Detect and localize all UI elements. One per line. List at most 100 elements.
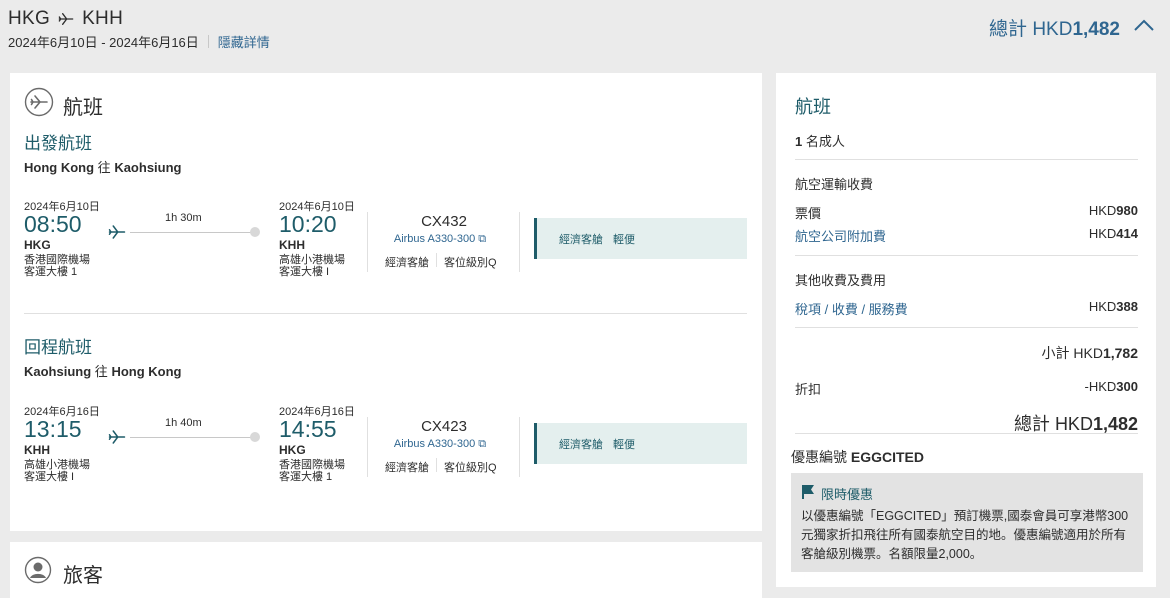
header-total-label: 總計 HKD bbox=[989, 19, 1073, 40]
divider bbox=[367, 417, 368, 477]
summary-title: 航班 bbox=[795, 97, 831, 117]
flag-icon bbox=[802, 485, 814, 499]
total-label: 總計 HKD bbox=[1013, 414, 1093, 434]
taxes-currency: HKD bbox=[1088, 299, 1117, 314]
chevron-up-icon[interactable] bbox=[1132, 15, 1156, 35]
plane-icon bbox=[108, 225, 126, 239]
route-title: HKG KHH bbox=[8, 8, 123, 30]
dep-code: HKG bbox=[24, 238, 51, 252]
subtotal-label: 小計 HKD bbox=[1041, 345, 1103, 361]
inbound-to: Hong Kong bbox=[111, 364, 182, 379]
inbound-route: Kaohsiung 往 Hong Kong bbox=[24, 361, 181, 380]
origin-code: HKG bbox=[8, 8, 51, 29]
outbound-segment: 2024年6月10日 08:50 HKG 香港國際機場 客運大樓 1 1h 30… bbox=[10, 197, 762, 297]
fare-currency: HKD bbox=[1088, 203, 1117, 218]
promo-code: EGGCITED bbox=[850, 449, 925, 465]
outbound-title: 出發航班 bbox=[24, 134, 92, 153]
dep-time: 08:50 bbox=[24, 211, 82, 237]
surcharge-link[interactable]: 航空公司附加費 bbox=[795, 226, 886, 245]
fare-family-badge: 經濟客艙 輕便 bbox=[534, 423, 747, 464]
arr-time: 10:20 bbox=[279, 211, 337, 237]
arr-terminal: 客運大樓 I bbox=[279, 266, 330, 278]
booking-class: 客位級別Q bbox=[444, 257, 497, 269]
dep-airport: 高雄小港機場 bbox=[24, 459, 90, 471]
promo-box: 限時優惠 以優惠編號「EGGCITED」預訂機票,國泰會員可享港幣300元獨家折… bbox=[791, 473, 1143, 572]
fare-family-badge: 經濟客艙 輕便 bbox=[534, 218, 747, 259]
discount-label: 折扣 bbox=[795, 382, 822, 397]
hide-details-link[interactable]: 隱藏詳情 bbox=[218, 32, 270, 51]
divider bbox=[795, 255, 1138, 256]
outbound-to: Kaohsiung bbox=[114, 160, 182, 175]
booking-class: 客位級別Q bbox=[444, 462, 497, 474]
divider bbox=[519, 417, 520, 477]
subtotal-value: 1,782 bbox=[1102, 345, 1138, 361]
divider bbox=[436, 458, 437, 472]
divider bbox=[367, 212, 368, 272]
promo-code-line: 優惠編號 EGGCITED bbox=[791, 447, 924, 467]
arr-code: HKG bbox=[279, 443, 306, 457]
inbound-segment: 2024年6月16日 13:15 KHH 高雄小港機場 客運大樓 I 1h 40… bbox=[10, 402, 762, 502]
outbound-route: Hong Kong 往 Kaohsiung bbox=[24, 157, 181, 176]
promo-heading: 限時優惠 bbox=[821, 487, 874, 502]
inbound-from: Kaohsiung bbox=[24, 364, 92, 379]
fare-cabin: 經濟客艙 bbox=[559, 233, 603, 246]
flight-number: CX432 bbox=[421, 213, 467, 230]
duration: 1h 40m bbox=[165, 417, 202, 429]
arr-code: KHH bbox=[279, 238, 305, 252]
divider bbox=[795, 433, 1138, 434]
aircraft-type: Airbus A330-300 bbox=[393, 233, 476, 245]
discount-currency: -HKD bbox=[1084, 379, 1117, 394]
divider bbox=[795, 327, 1138, 328]
taxes-value: 388 bbox=[1116, 299, 1138, 314]
surcharge-value: 414 bbox=[1116, 226, 1138, 241]
plane-icon bbox=[58, 13, 74, 25]
other-fees-heading: 其他收費及費用 bbox=[795, 273, 887, 288]
divider bbox=[436, 253, 437, 267]
fare-amount: HKD980 bbox=[1089, 203, 1138, 218]
flights-card: 航班 出發航班 Hong Kong 往 Kaohsiung 2024年6月10日… bbox=[10, 73, 762, 531]
price-summary-card: 航班 1 名成人 航空運輸收費 票價 HKD980 航空公司附加費 HKD414… bbox=[776, 73, 1156, 587]
timeline-line bbox=[130, 232, 258, 233]
header-total[interactable]: 總計 HKD1,482 bbox=[989, 14, 1120, 41]
fare-brand: 輕便 bbox=[613, 438, 635, 451]
divider bbox=[207, 35, 209, 48]
outbound-from: Hong Kong bbox=[24, 160, 95, 175]
timeline-line bbox=[130, 437, 258, 438]
booking-header: HKG KHH 2024年6月10日 - 2024年6月16日 隱藏詳情 總計 … bbox=[0, 0, 1170, 60]
plane-icon bbox=[108, 430, 126, 444]
trip-dates: 2024年6月10日 - 2024年6月16日 隱藏詳情 bbox=[8, 32, 270, 51]
section-divider bbox=[24, 313, 747, 314]
taxes-amount: HKD388 bbox=[1089, 299, 1138, 314]
promo-code-label: 優惠編號 bbox=[791, 449, 847, 465]
dep-code: KHH bbox=[24, 443, 50, 457]
discount-value: 300 bbox=[1116, 379, 1138, 394]
destination-code: KHH bbox=[82, 8, 124, 29]
passenger-count: 1 名成人 bbox=[795, 131, 845, 150]
adults-count: 1 bbox=[795, 134, 803, 149]
dep-time: 13:15 bbox=[24, 416, 82, 442]
dep-terminal: 客運大樓 1 bbox=[24, 266, 78, 278]
passenger-icon bbox=[24, 556, 52, 584]
date-range: 2024年6月10日 - 2024年6月16日 bbox=[8, 35, 199, 50]
fare-value: 980 bbox=[1116, 203, 1138, 218]
outbound-connector: 往 bbox=[97, 160, 111, 175]
promo-description: 以優惠編號「EGGCITED」預訂機票,國泰會員可享港幣300元獨家折扣飛往所有… bbox=[801, 509, 1129, 561]
subtotal: 小計 HKD1,782 bbox=[1042, 343, 1139, 363]
flight-section-icon bbox=[24, 87, 54, 117]
divider bbox=[795, 159, 1138, 160]
surcharge-amount: HKD414 bbox=[1089, 226, 1138, 241]
aircraft-link[interactable]: Airbus A330-300 ⧉ bbox=[375, 233, 505, 246]
inbound-title: 回程航班 bbox=[24, 338, 92, 357]
surcharge-currency: HKD bbox=[1088, 226, 1117, 241]
passengers-card: 旅客 bbox=[10, 542, 762, 598]
header-total-amount: 1,482 bbox=[1072, 19, 1120, 40]
adults-label: 名成人 bbox=[805, 134, 845, 149]
total-value: 1,482 bbox=[1092, 414, 1138, 434]
taxes-link[interactable]: 稅項 / 收費 / 服務費 bbox=[795, 299, 908, 318]
arr-terminal: 客運大樓 1 bbox=[279, 471, 333, 483]
discount-amount: -HKD300 bbox=[1085, 379, 1138, 394]
flights-section-title: 航班 bbox=[63, 97, 103, 119]
aircraft-link[interactable]: Airbus A330-300 ⧉ bbox=[375, 438, 505, 451]
dep-terminal: 客運大樓 I bbox=[24, 471, 75, 483]
inbound-connector: 往 bbox=[94, 364, 108, 379]
